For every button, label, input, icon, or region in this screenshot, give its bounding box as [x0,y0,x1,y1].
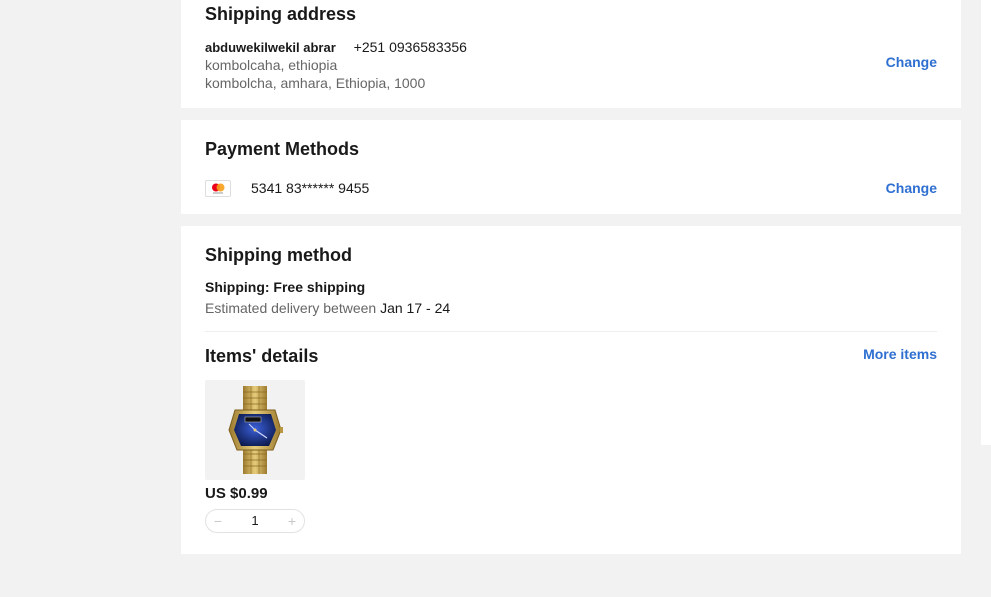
section-divider [205,331,937,332]
shipping-address-card: Shipping address abduwekilwekil abrar +2… [181,0,961,108]
decrease-quantity-button[interactable]: − [208,510,228,532]
change-address-link[interactable]: Change [886,53,937,71]
quantity-value[interactable]: 1 [230,510,280,532]
item-price: US $0.99 [205,485,268,502]
payment-methods-card: Payment Methods 5341 83****** 9455 Chang… [181,120,961,214]
shipping-option-label: Shipping: Free shipping [205,279,366,295]
address-contact-line: abduwekilwekil abrar +251 0936583356 [205,38,467,57]
payment-methods-title: Payment Methods [205,139,360,159]
product-image-gold-watch[interactable] [205,380,305,480]
address-line-2: kombolcha, amhara, Ethiopia, 1000 [205,75,426,91]
shipping-method-title: Shipping method [205,245,352,265]
estimated-delivery: Estimated delivery between Jan 17 - 24 [205,299,450,317]
change-payment-link[interactable]: Change [886,179,937,197]
mastercard-icon [205,180,231,197]
recipient-name: abduwekilwekil abrar [205,40,336,55]
quantity-stepper: − 1 + [205,509,305,533]
address-line-1: kombolcaha, ethiopia [205,57,338,73]
more-items-link[interactable]: More items [863,345,937,363]
recipient-phone: +251 0936583356 [353,39,467,55]
items-details-title: Items' details [205,346,319,366]
card-number: 5341 83****** 9455 [251,180,370,196]
shipping-method-card: Shipping method Shipping: Free shipping … [181,226,961,554]
gold-watch-image [228,386,283,474]
delivery-date-range: Jan 17 - 24 [380,300,451,316]
shipping-address-title: Shipping address [205,4,357,24]
delivery-prefix: Estimated delivery between [205,300,377,316]
right-panel-gap [981,445,991,597]
checkout-page: Shipping address abduwekilwekil abrar +2… [0,0,991,597]
increase-quantity-button[interactable]: + [282,510,302,532]
